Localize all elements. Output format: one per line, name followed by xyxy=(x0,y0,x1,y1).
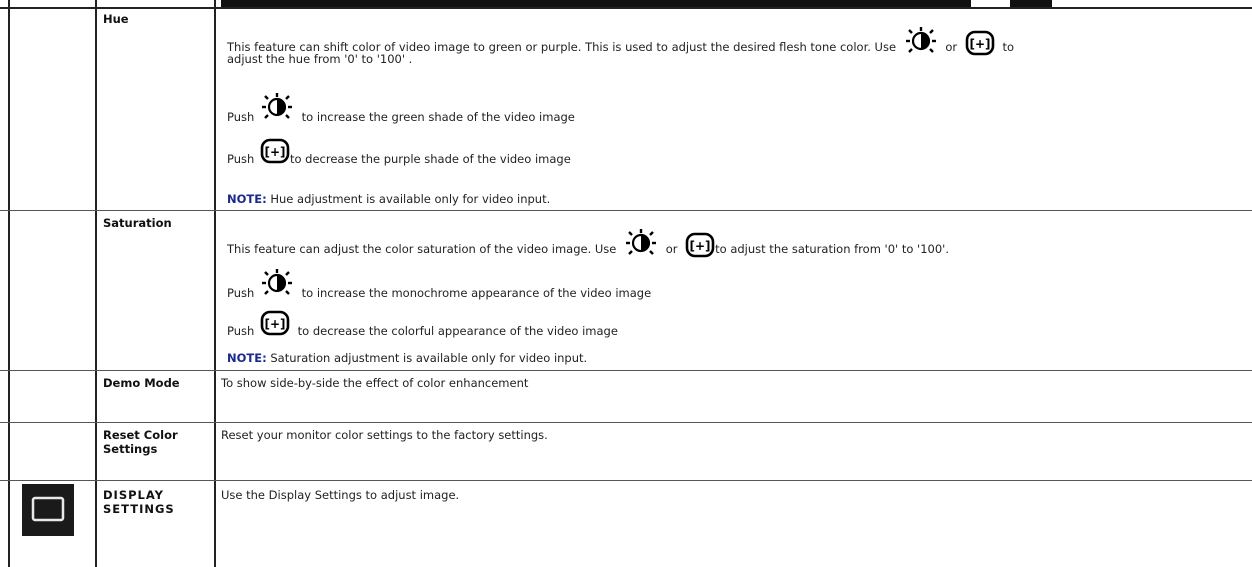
display-monitor-icon xyxy=(22,484,74,536)
auto-adjust-icon: [+] xyxy=(685,232,715,258)
saturation-desc-b: to adjust the saturation from '0' to '10… xyxy=(715,242,949,256)
svg-text:[+]: [+] xyxy=(264,317,285,331)
hue-description-line2: adjust the hue from '0' to '100' . xyxy=(227,52,413,66)
demo-mode-text: To show side-by-side the effect of color… xyxy=(221,376,529,390)
reset-color-text: Reset your monitor color settings to the… xyxy=(221,428,548,442)
brightness-sun-icon xyxy=(905,27,936,53)
push-label: Push xyxy=(227,324,255,338)
reset-color-label-line1: Reset Color xyxy=(103,428,178,442)
saturation-desc-a: This feature can adjust the color satura… xyxy=(227,242,617,256)
saturation-note-text: Saturation adjustment is available only … xyxy=(270,351,588,365)
hue-description-line1: This feature can shift color of video im… xyxy=(227,26,1014,56)
saturation-push-increase: Push to increase the monochrome appearan… xyxy=(227,268,651,300)
hue-increase-text: to increase the green shade of the video… xyxy=(301,110,575,124)
svg-text:[+]: [+] xyxy=(264,145,285,159)
hue-push-decrease: Push [+] to decrease the purple shade of… xyxy=(227,138,571,166)
hue-decrease-text: to decrease the purple shade of the vide… xyxy=(289,152,571,166)
table-border-col2 xyxy=(214,0,216,567)
saturation-description: This feature can adjust the color satura… xyxy=(227,228,949,258)
saturation-increase-text: to increase the monochrome appearance of… xyxy=(301,286,652,300)
hue-desc-or: or xyxy=(945,40,958,54)
hue-note: NOTE: Hue adjustment is available only f… xyxy=(227,192,550,206)
svg-text:[+]: [+] xyxy=(969,37,990,51)
auto-adjust-icon: [+] xyxy=(965,30,995,56)
hue-push-increase: Push to increase the green shade of the … xyxy=(227,92,575,124)
brightness-sun-icon xyxy=(261,269,292,295)
row-divider xyxy=(0,480,1252,481)
row-divider xyxy=(0,210,1252,211)
hue-note-text: Hue adjustment is available only for vid… xyxy=(270,192,551,206)
top-bar-small xyxy=(1010,0,1052,7)
display-settings-label-line1: DISPLAY xyxy=(103,488,164,502)
reset-color-label: Reset Color Settings xyxy=(103,428,178,457)
demo-mode-label: Demo Mode xyxy=(103,376,180,390)
brightness-sun-icon xyxy=(261,93,292,119)
display-settings-label-line2: SETTINGS xyxy=(103,502,175,517)
push-label: Push xyxy=(227,110,255,124)
auto-adjust-icon: [+] xyxy=(260,310,290,336)
note-label: NOTE: xyxy=(227,192,267,206)
auto-adjust-icon: [+] xyxy=(260,138,290,164)
push-label: Push xyxy=(227,286,255,300)
brightness-sun-icon xyxy=(626,229,657,255)
saturation-label: Saturation xyxy=(103,216,172,230)
hue-desc-to: to xyxy=(1002,40,1014,54)
display-settings-text: Use the Display Settings to adjust image… xyxy=(221,488,460,502)
row-divider xyxy=(0,370,1252,371)
monitor-outline-icon xyxy=(31,496,65,522)
saturation-decrease-text: to decrease the colorful appearance of t… xyxy=(297,324,618,338)
table-border-col1 xyxy=(95,0,97,567)
reset-color-label-line2: Settings xyxy=(103,442,158,457)
saturation-push-decrease: Push [+] to decrease the colorful appear… xyxy=(227,310,618,338)
hue-label: Hue xyxy=(103,12,129,26)
display-settings-label: DISPLAY SETTINGS xyxy=(103,488,175,517)
saturation-note: NOTE: Saturation adjustment is available… xyxy=(227,351,587,365)
push-label: Push xyxy=(227,152,255,166)
table-border-left xyxy=(8,0,10,567)
svg-text:[+]: [+] xyxy=(690,239,711,253)
note-label: NOTE: xyxy=(227,351,267,365)
saturation-desc-or: or xyxy=(665,242,678,256)
row-divider xyxy=(0,7,1252,9)
top-bar xyxy=(221,0,971,7)
row-divider xyxy=(0,422,1252,423)
